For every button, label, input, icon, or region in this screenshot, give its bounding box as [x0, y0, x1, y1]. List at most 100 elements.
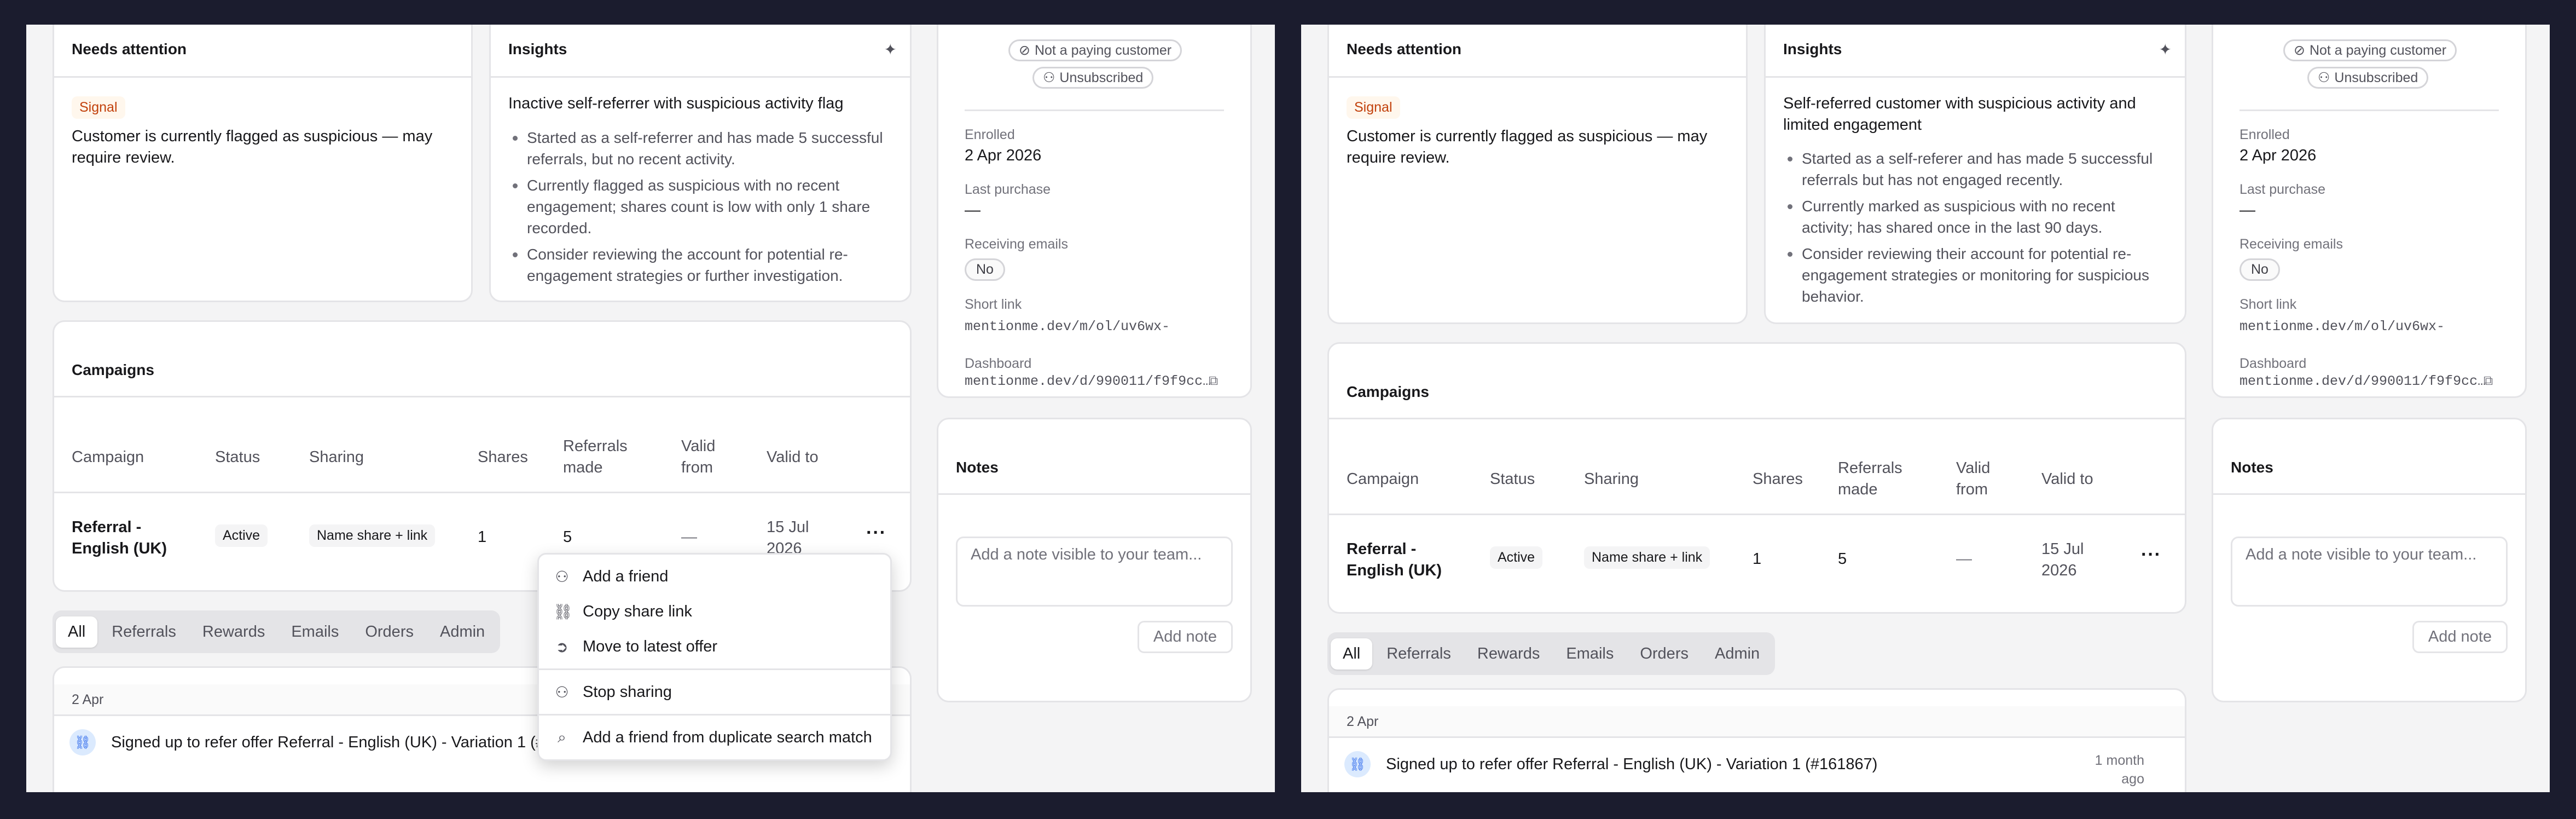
note-input[interactable] — [2231, 537, 2508, 607]
col-status: Status — [215, 448, 260, 466]
insights-bullet: Consider reviewing their account for pot… — [1783, 243, 2168, 307]
needs-attention-card: Needs attention Signal Customer is curre… — [1327, 25, 1748, 324]
row-actions-button[interactable]: ··· — [866, 522, 886, 544]
tab-orders[interactable]: Orders — [353, 616, 426, 648]
insights-headline: Self-referred customer with suspicious a… — [1783, 95, 2136, 134]
insights-headline: Inactive self-referrer with suspicious a… — [508, 95, 844, 112]
menu-copy-share-link[interactable]: ⛓ Copy share link — [539, 594, 890, 629]
add-note-button[interactable]: Add note — [2412, 621, 2508, 653]
campaign-name[interactable]: Referral - English (UK) — [1347, 539, 1456, 581]
tab-admin[interactable]: Admin — [428, 616, 497, 648]
notes-title: Notes — [2231, 459, 2273, 476]
activity-date-row: 2 Apr — [1329, 706, 2185, 738]
col-valid-from: Valid from — [681, 437, 716, 476]
campaigns-title: Campaigns — [72, 361, 154, 378]
short-link-label: Short link — [2240, 297, 2297, 312]
col-shares: Shares — [478, 448, 528, 466]
col-campaign: Campaign — [72, 448, 144, 466]
activity-tabs: All Referrals Rewards Emails Orders Admi… — [53, 610, 501, 653]
unsubscribed-label: Unsubscribed — [1059, 70, 1144, 85]
tab-all[interactable]: All — [56, 616, 98, 648]
dashboard-label: Dashboard — [965, 356, 1032, 371]
user-icon: ⚇ — [2318, 70, 2330, 85]
menu-move-latest-offer[interactable]: ➲ Move to latest offer — [539, 629, 890, 664]
col-sharing: Sharing — [309, 448, 364, 466]
table-divider — [1329, 514, 2185, 515]
insights-title: Insights — [508, 41, 567, 57]
activity-text: Signed up to refer offer Referral - Engl… — [1386, 755, 1878, 773]
tab-orders[interactable]: Orders — [1628, 638, 1701, 670]
not-paying-label: Not a paying customer — [1034, 42, 1172, 58]
shares-value: 1 — [1753, 550, 1762, 568]
arrow-right-circle-icon: ➲ — [555, 638, 568, 655]
last-purchase-value: — — [965, 201, 980, 219]
external-link-icon[interactable]: ⧉ — [1209, 373, 1218, 389]
link-icon: ⛓ — [1344, 751, 1371, 777]
unsubscribed-badge: ⚇ Unsubscribed — [2307, 67, 2429, 89]
search-icon: ⌕ — [558, 728, 566, 746]
sparkle-icon[interactable]: ✦ — [2159, 41, 2172, 59]
insights-card: Insights ✦ Self-referred customer with s… — [1764, 25, 2186, 324]
needs-attention-header: Needs attention — [54, 25, 471, 78]
note-input[interactable] — [956, 537, 1233, 607]
profile-card: ⊘ Not a paying customer ⚇ Unsubscribed Enr… — [2212, 25, 2527, 398]
short-link-value[interactable]: mentionme.dev/m/ol/uv6wx- — [965, 319, 1170, 334]
tab-referrals[interactable]: Referrals — [100, 616, 188, 648]
campaigns-header: Campaigns — [1329, 344, 2185, 419]
notes-title: Notes — [956, 459, 999, 476]
col-valid-from: Valid from — [1956, 459, 1991, 498]
link-icon: ⛓ — [69, 729, 96, 755]
tab-admin[interactable]: Admin — [1703, 638, 1772, 670]
tab-emails[interactable]: Emails — [279, 616, 351, 648]
external-link-icon[interactable]: ⧉ — [2484, 373, 2493, 389]
not-paying-badge: ⊘ Not a paying customer — [1008, 39, 1182, 61]
receiving-emails-label: Receiving emails — [2240, 237, 2343, 252]
insights-title: Insights — [1783, 41, 1842, 57]
tab-emails[interactable]: Emails — [1554, 638, 1626, 670]
sharing-badge: Name share + link — [1584, 546, 1710, 569]
add-note-button[interactable]: Add note — [1137, 621, 1233, 653]
tab-rewards[interactable]: Rewards — [190, 616, 277, 648]
user-plus-icon: ⚇ — [555, 568, 569, 585]
campaigns-card: Campaigns Campaign Status Sharing Shares… — [53, 320, 912, 592]
row-actions-button[interactable]: ··· — [2141, 544, 2161, 566]
menu-label: Stop sharing — [583, 683, 672, 701]
dashboard-link[interactable]: mentionme.dev/d/990011/f9f9cc… — [965, 373, 1211, 389]
col-valid-to: Valid to — [2041, 470, 2093, 488]
campaigns-header: Campaigns — [54, 322, 910, 397]
insights-bullet: Currently marked as suspicious with no r… — [1783, 195, 2168, 238]
col-shares: Shares — [1753, 470, 1803, 488]
signal-badge: Signal — [72, 96, 125, 119]
menu-add-friend-duplicate[interactable]: ⌕ Add a friend from duplicate search matc… — [539, 720, 890, 755]
enrolled-value: 2 Apr 2026 — [2240, 147, 2317, 164]
dashboard-link[interactable]: mentionme.dev/d/990011/f9f9cc… — [2240, 373, 2486, 389]
activity-card: 2 Apr ⛓ Signed up to refer offer Referra… — [1327, 688, 2186, 792]
valid-to-value: 15 Jul 2026 — [2041, 540, 2084, 579]
notes-card: Notes Add note — [2212, 418, 2527, 702]
needs-attention-text: Customer is currently flagged as suspici… — [72, 128, 433, 166]
campaign-name[interactable]: Referral - English (UK) — [72, 517, 181, 560]
col-campaign: Campaign — [1347, 470, 1419, 488]
valid-from-value: — — [681, 528, 697, 546]
receiving-emails-badge: No — [965, 258, 1005, 281]
table-divider — [54, 492, 910, 493]
campaigns-title: Campaigns — [1347, 383, 1429, 400]
short-link-value[interactable]: mentionme.dev/m/ol/uv6wx- — [2240, 319, 2445, 334]
needs-attention-card: Needs attention Signal Customer is curre… — [53, 25, 473, 302]
insights-header: Insights ✦ — [491, 25, 910, 78]
signal-badge: Signal — [1347, 96, 1400, 119]
activity-date: 2 Apr — [1347, 714, 1379, 729]
tab-all[interactable]: All — [1331, 638, 1373, 670]
activity-date: 2 Apr — [72, 692, 104, 707]
valid-from-value: — — [1956, 550, 1972, 568]
tab-rewards[interactable]: Rewards — [1465, 638, 1552, 670]
receiving-emails-label: Receiving emails — [965, 237, 1068, 252]
notes-header: Notes — [938, 419, 1250, 495]
menu-stop-sharing[interactable]: ⚇ Stop sharing — [539, 674, 890, 710]
sparkle-icon[interactable]: ✦ — [884, 41, 897, 59]
not-paying-badge: ⊘ Not a paying customer — [2283, 39, 2457, 61]
tab-referrals[interactable]: Referrals — [1374, 638, 1463, 670]
dashboard-label: Dashboard — [2240, 356, 2307, 371]
not-paying-label: Not a paying customer — [2309, 42, 2447, 58]
menu-add-friend[interactable]: ⚇ Add a friend — [539, 559, 890, 594]
